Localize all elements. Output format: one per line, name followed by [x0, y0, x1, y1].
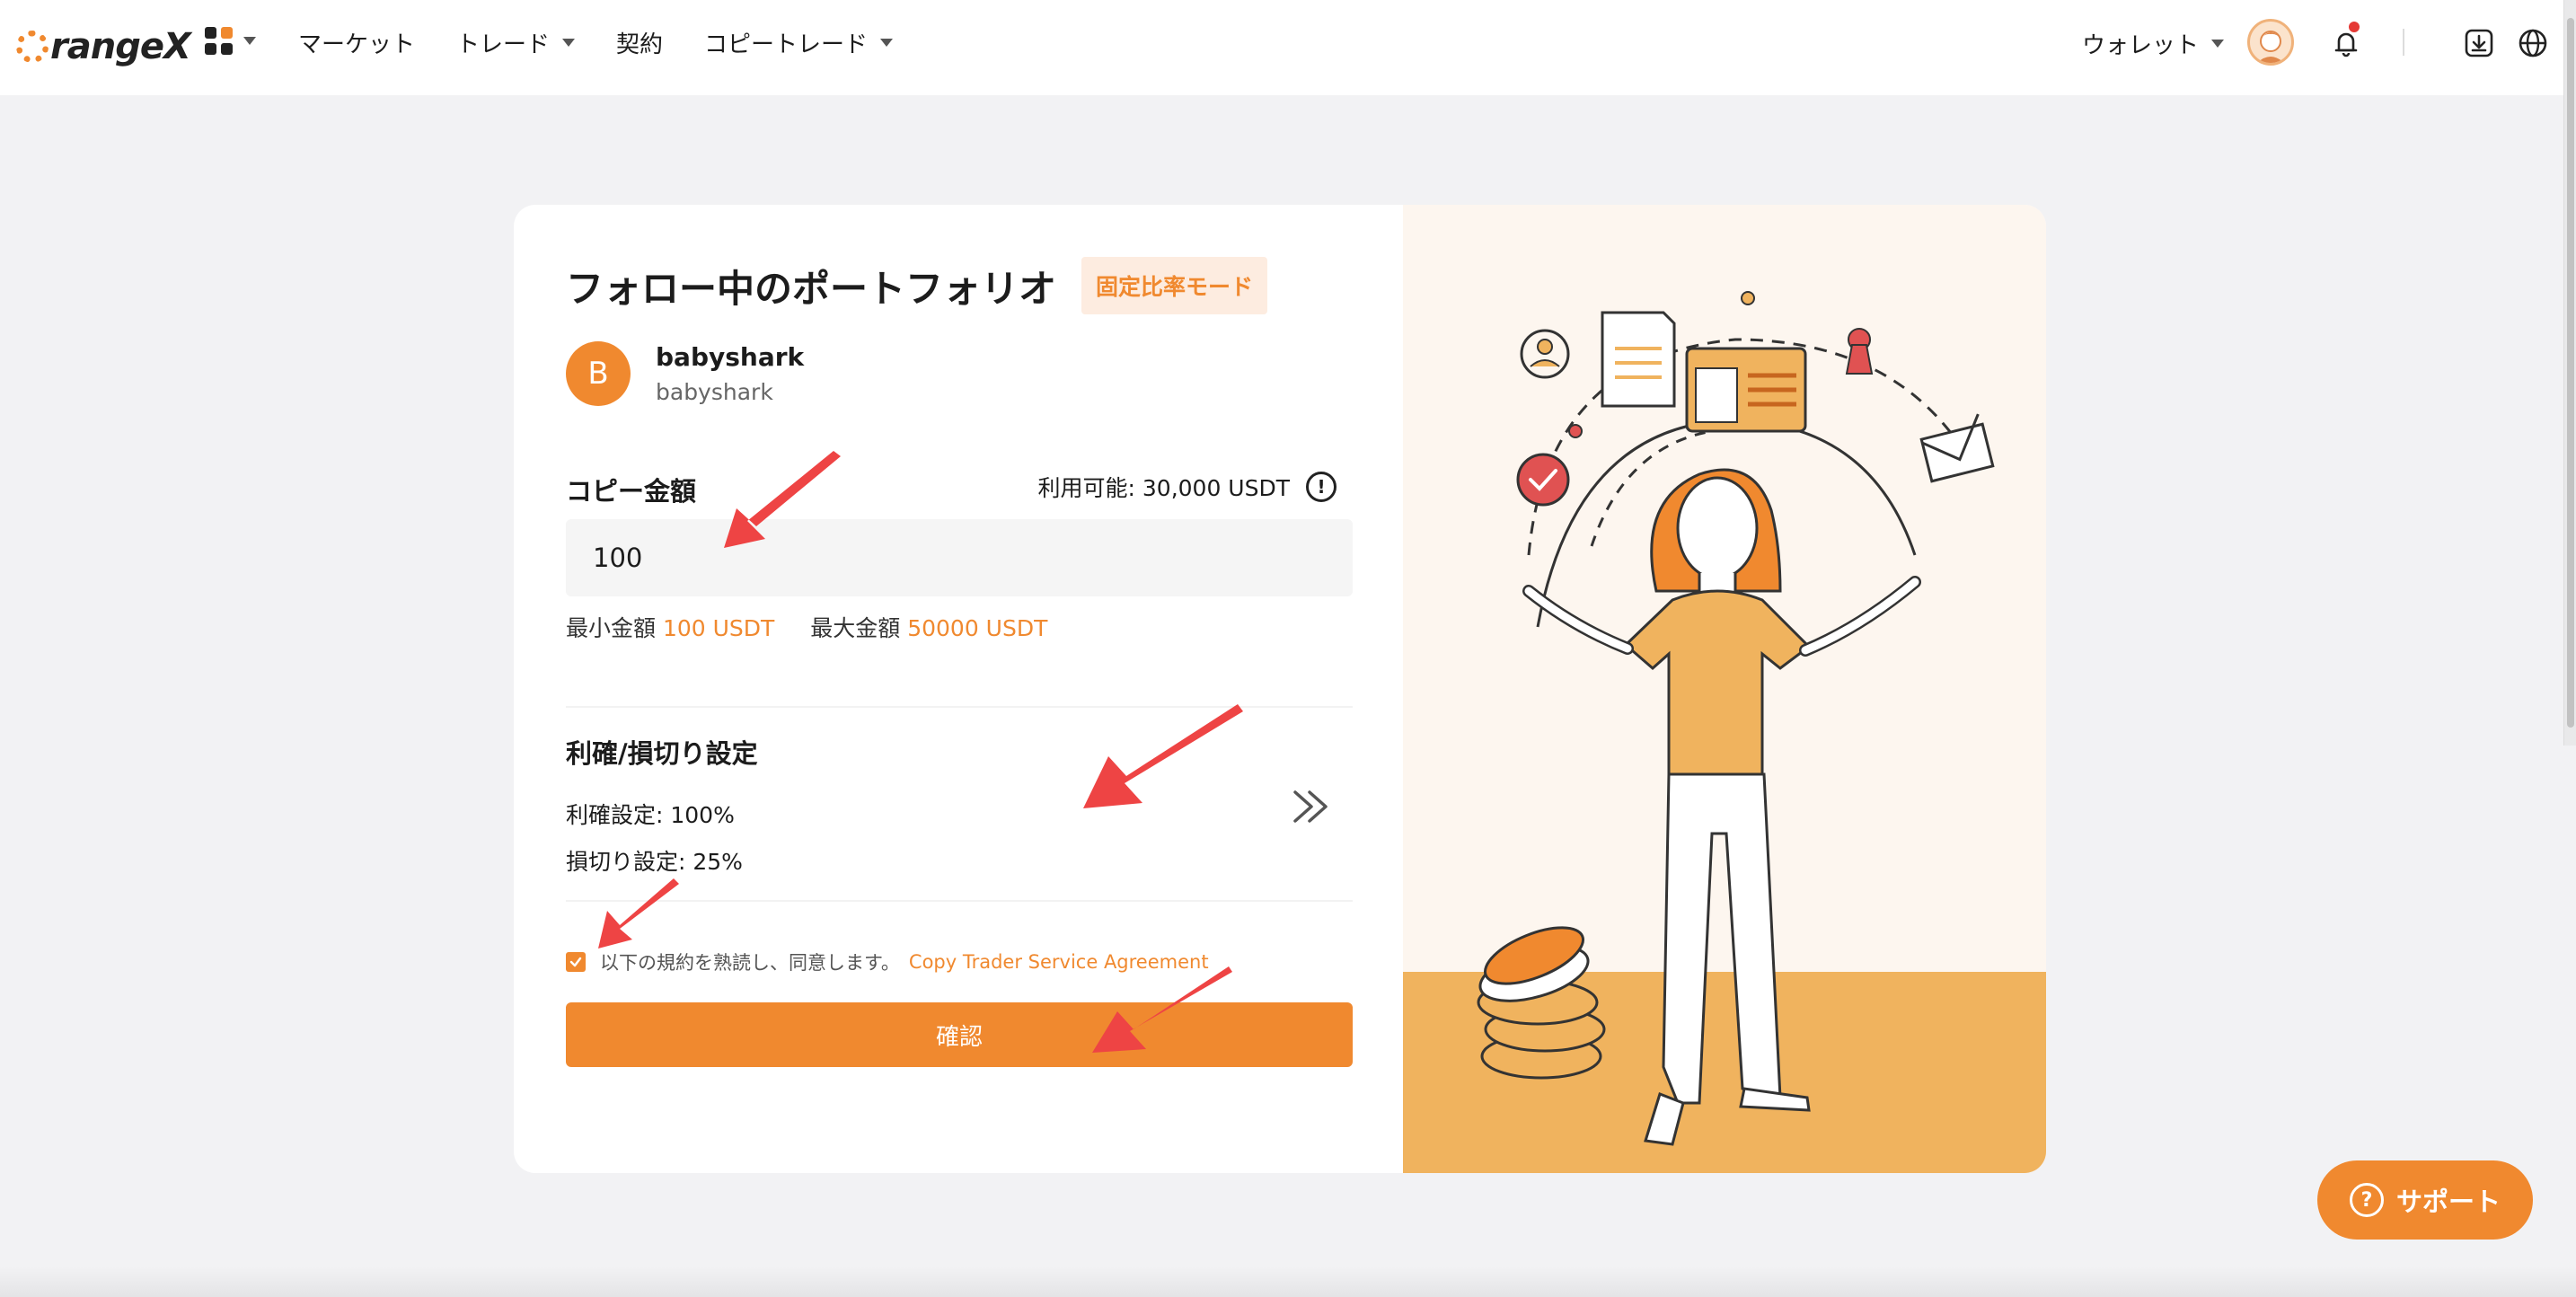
- nav-item-label: コピートレード: [704, 31, 869, 58]
- nav-item-copy-trade[interactable]: コピートレード: [704, 26, 894, 59]
- title-row: フォロー中のポートフォリオ 固定比率モード: [566, 257, 1268, 314]
- user-avatar[interactable]: [2247, 19, 2294, 66]
- wallet-menu[interactable]: ウォレット: [2082, 27, 2225, 60]
- confirm-button[interactable]: 確認: [566, 1002, 1353, 1067]
- service-agreement-link[interactable]: Copy Trader Service Agreement: [909, 951, 1209, 973]
- info-icon[interactable]: !: [1306, 472, 1337, 502]
- nav-item-contract[interactable]: 契約: [616, 26, 663, 59]
- orangex-logo[interactable]: rangeX: [16, 18, 191, 75]
- nav-item-label: トレード: [456, 31, 551, 58]
- nav-item-label: 契約: [616, 31, 664, 58]
- amount-limits: 最小金額 100 USDT 最大金額 50000 USDT: [566, 611, 1047, 643]
- agreement-checkbox[interactable]: [566, 952, 586, 972]
- divider: [566, 900, 1353, 902]
- double-chevron-right-icon[interactable]: [1290, 780, 1335, 834]
- notification-dot: [2349, 22, 2360, 32]
- agreement-text: 以下の規約を熟読し、同意します。: [600, 952, 900, 974]
- stop-loss-setting: 損切り設定: 25%: [566, 849, 743, 875]
- wallet-label: ウォレット: [2082, 32, 2200, 59]
- chevron-down-icon: [562, 38, 576, 47]
- chevron-down-icon: [880, 38, 894, 47]
- take-profit-setting: 利確設定: 100%: [566, 802, 735, 828]
- bottom-edge: [0, 1266, 2576, 1297]
- agreement-row: 以下の規約を熟読し、同意します。 Copy Trader Service Agr…: [566, 948, 1209, 975]
- tp-sl-title: 利確/損切り設定: [566, 738, 758, 769]
- nav-item-market[interactable]: マーケット: [298, 26, 415, 59]
- support-label: サポート: [2395, 1187, 2501, 1217]
- logo-ring-icon: [16, 31, 49, 63]
- download-icon[interactable]: [2463, 27, 2495, 59]
- header-right: ウォレット: [1947, 0, 2576, 84]
- nav-item-label: マーケット: [298, 31, 416, 58]
- globe-icon[interactable]: [2517, 27, 2549, 59]
- trader-avatar: B: [566, 341, 631, 406]
- support-button[interactable]: ? サポート: [2317, 1160, 2533, 1240]
- mode-badge: 固定比率モード: [1081, 257, 1268, 314]
- page-title: フォロー中のポートフォリオ: [566, 266, 1057, 311]
- divider: [566, 706, 1353, 708]
- trader-info: B babyshark babyshark: [566, 341, 804, 406]
- apps-menu-button[interactable]: [205, 27, 256, 55]
- trader-id: babyshark: [656, 379, 773, 405]
- trader-name: babyshark: [656, 342, 805, 372]
- logo-text: rangeX: [50, 26, 191, 67]
- nav-item-trade[interactable]: トレード: [456, 26, 576, 59]
- apps-grid-icon: [205, 27, 233, 55]
- chevron-down-icon: [2211, 40, 2225, 48]
- main-nav: マーケット トレード 契約 コピートレード: [298, 0, 934, 84]
- scrollbar-thumb[interactable]: [2567, 18, 2574, 728]
- trader-names: babyshark babyshark: [656, 342, 804, 405]
- check-icon: [569, 957, 582, 967]
- top-navigation-bar: rangeX マーケット トレード 契約 コピートレード ウォレット: [0, 0, 2576, 95]
- follow-portfolio-card: フォロー中のポートフォリオ 固定比率モード B babyshark babysh…: [514, 205, 2046, 1173]
- copy-amount-input[interactable]: [566, 519, 1353, 596]
- woman-juggling-illustration: [1477, 291, 1995, 1146]
- divider: [2403, 29, 2404, 56]
- min-value: 100 USDT: [662, 615, 775, 641]
- max-label: 最大金額: [810, 615, 901, 641]
- available-balance: 利用可能: 30,000 USDT !: [1038, 471, 1337, 503]
- chevron-down-icon: [243, 37, 256, 45]
- bell-icon[interactable]: [2328, 25, 2364, 61]
- min-label: 最小金額: [566, 615, 657, 641]
- copy-amount-label: コピー金額: [566, 476, 697, 507]
- help-icon: ?: [2349, 1183, 2384, 1217]
- page-scrollbar[interactable]: [2563, 0, 2576, 746]
- illustration-panel: [1403, 205, 2046, 1173]
- available-text: 利用可能: 30,000 USDT: [1037, 475, 1290, 501]
- copy-settings-panel: フォロー中のポートフォリオ 固定比率モード B babyshark babysh…: [514, 205, 1403, 1173]
- max-value: 50000 USDT: [907, 615, 1048, 641]
